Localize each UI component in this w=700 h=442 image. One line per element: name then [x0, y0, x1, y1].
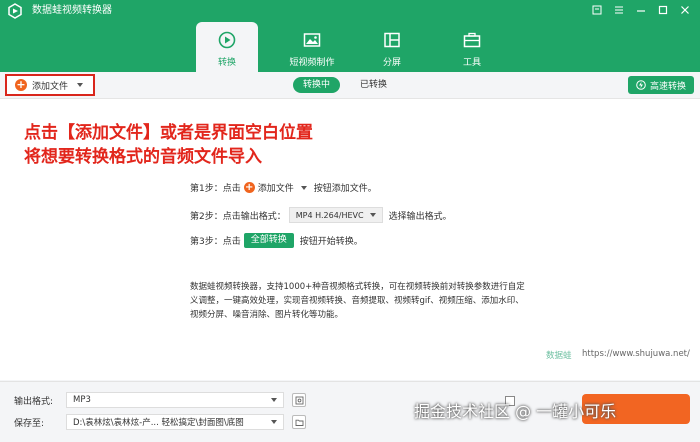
- menu-icon[interactable]: [610, 2, 628, 18]
- app-title: 数据蛙视频转换器: [32, 5, 112, 16]
- brand-url: https://www.shujuwa.net/: [582, 349, 690, 359]
- tab-short-video-label: 短视频制作: [289, 58, 335, 68]
- subtab-converting[interactable]: 转换中: [293, 77, 341, 93]
- instruction-annotation: 点击【添加文件】或者是界面空白位置 将想要转换格式的音频文件导入: [24, 121, 313, 169]
- step-3-suffix: 按钮开始转换。: [299, 237, 363, 247]
- minimize-icon[interactable]: [632, 2, 650, 18]
- folder-icon[interactable]: [292, 415, 306, 429]
- annotation-line-2: 将想要转换格式的音频文件导入: [24, 147, 262, 167]
- lightning-icon: [636, 80, 646, 90]
- fast-convert-label: 高速转换: [649, 81, 686, 92]
- toolbar: + 添加文件 转换中 已转换 高速转换: [0, 72, 700, 98]
- window-controls: [588, 2, 694, 18]
- brand-name: 数据蛙: [546, 351, 572, 361]
- format-settings-icon[interactable]: [292, 393, 306, 407]
- chevron-down-icon: [369, 213, 376, 217]
- overlay-watermark: 掘金技术社区 @ 一罐小可乐: [414, 402, 617, 421]
- chevron-down-icon: [271, 420, 277, 424]
- convert-subtabs: 转换中 已转换: [293, 77, 397, 93]
- user-icon[interactable]: [588, 2, 606, 18]
- save-path-value: D:\袁林炫\袁林炫-产... 轻松搞定\封面图\底图: [73, 418, 244, 428]
- toolbox-icon: [463, 32, 481, 48]
- output-format-row: 输出格式: MP3: [14, 392, 306, 408]
- annotation-line-1: 点击【添加文件】或者是界面空白位置: [24, 123, 313, 143]
- step-3: 第3步：点击 全部转换 按钮开始转换。: [190, 233, 363, 248]
- tab-short-video[interactable]: 短视频制作: [272, 22, 352, 72]
- drop-zone[interactable]: 点击【添加文件】或者是界面空白位置 将想要转换格式的音频文件导入 第1步：点击 …: [0, 98, 700, 380]
- main-nav: 转换 短视频制作 分屏 工具: [196, 22, 512, 72]
- app-logo-icon: [8, 3, 22, 19]
- step-1: 第1步：点击 + 添加文件 按钮添加文件。: [190, 181, 377, 194]
- product-description: 数据蛙视频转换器，支持1000+种音视频格式转换，可在视频转换前对转换参数进行自…: [190, 282, 525, 320]
- step-3-prefix: 第3步：点击: [190, 237, 241, 247]
- plus-icon: +: [243, 182, 255, 193]
- output-format-value: MP3: [73, 395, 91, 405]
- step-1-add-file[interactable]: 添加文件: [258, 181, 294, 194]
- maximize-icon[interactable]: [654, 2, 672, 18]
- close-icon[interactable]: [676, 2, 694, 18]
- tab-convert[interactable]: 转换: [196, 22, 258, 72]
- output-format-select[interactable]: MP3: [66, 392, 284, 408]
- plus-icon: +: [15, 78, 27, 91]
- tab-split-screen[interactable]: 分屏: [352, 22, 432, 72]
- save-to-label: 保存至:: [14, 418, 45, 429]
- add-file-label: 添加文件: [32, 81, 69, 92]
- chevron-down-icon: [271, 398, 277, 402]
- tab-split-screen-label: 分屏: [382, 58, 401, 68]
- app-header: 数据蛙视频转换器 转换 短视频制作 分屏 工具: [0, 0, 700, 72]
- step-1-prefix: 第1步：点击: [190, 184, 241, 194]
- fast-convert-button[interactable]: 高速转换: [627, 76, 694, 94]
- convert-icon: [218, 31, 236, 49]
- step-2: 第2步：点击输出格式： MP4 H.264/HEVC 选择输出格式。: [190, 207, 452, 223]
- image-icon: [303, 33, 321, 47]
- output-format-label: 输出格式:: [14, 396, 54, 407]
- step-2-suffix: 选择输出格式。: [388, 211, 452, 222]
- add-file-button[interactable]: + 添加文件: [5, 74, 95, 96]
- step-1-suffix: 按钮添加文件。: [313, 184, 377, 194]
- save-to-row: 保存至: D:\袁林炫\袁林炫-产... 轻松搞定\封面图\底图: [14, 414, 306, 430]
- tab-tools-label: 工具: [462, 58, 481, 68]
- tab-tools[interactable]: 工具: [432, 22, 512, 72]
- chevron-down-icon: [300, 185, 307, 190]
- chevron-down-icon[interactable]: [77, 83, 84, 87]
- save-path-select[interactable]: D:\袁林炫\袁林炫-产... 轻松搞定\封面图\底图: [66, 414, 284, 430]
- subtab-converted[interactable]: 已转换: [350, 77, 397, 93]
- format-value: MP4 H.264/HEVC: [295, 210, 364, 220]
- convert-all-example[interactable]: 全部转换: [243, 233, 294, 248]
- tab-convert-label: 转换: [217, 58, 236, 68]
- format-select-example[interactable]: MP4 H.264/HEVC: [288, 207, 383, 223]
- split-icon: [384, 32, 400, 48]
- step-2-prefix: 第2步：点击输出格式：: [190, 211, 286, 222]
